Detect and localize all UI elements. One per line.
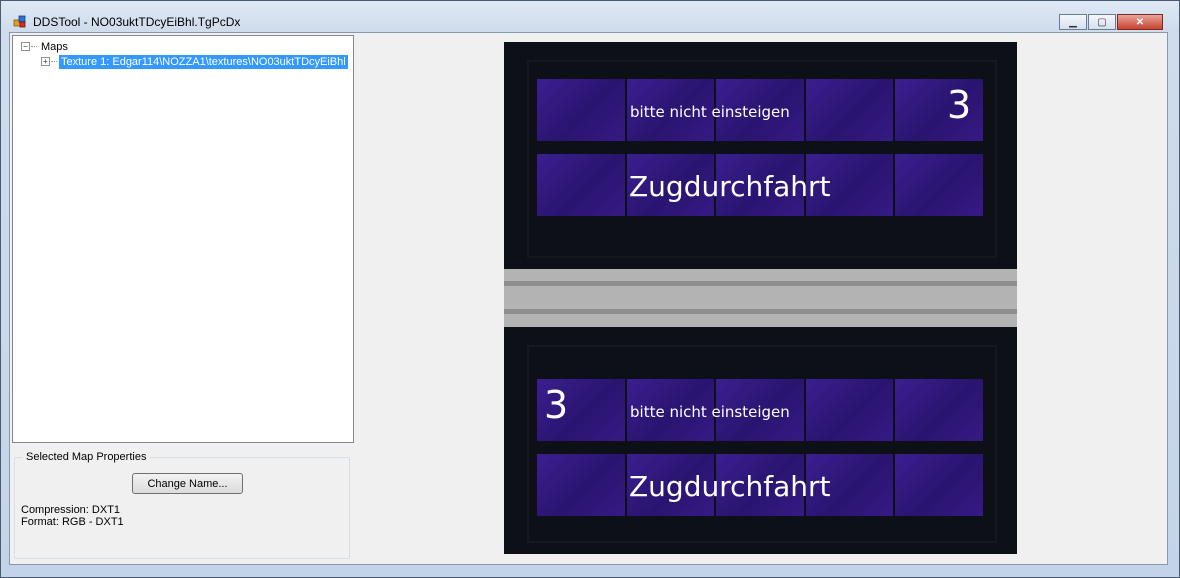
format-label: Format: RGB - DXT1 [21, 516, 124, 528]
tree-node-maps[interactable]: − Maps [21, 39, 70, 54]
change-name-button[interactable]: Change Name... [132, 473, 243, 494]
maximize-button[interactable]: ▢ [1088, 14, 1116, 30]
app-window: DDSTool - NO03uktTDcyEiBhl.TgPcDx ▁ ▢ ✕ … [0, 0, 1180, 578]
sign-top-line1: bitte nicht einsteigen [630, 103, 790, 121]
sign-cell [537, 454, 625, 516]
minimize-button[interactable]: ▁ [1059, 14, 1087, 30]
maps-tree-view[interactable]: − Maps + Texture 1: Edgar114\NOZZA1\text… [12, 35, 354, 443]
tree-connector [51, 61, 57, 62]
compression-label: Compression: DXT1 [21, 504, 121, 516]
close-button[interactable]: ✕ [1117, 14, 1163, 30]
window-title: DDSTool - NO03uktTDcyEiBhl.TgPcDx [33, 15, 241, 29]
divider-stripe [504, 281, 1017, 286]
sign-bottom-line1: bitte nicht einsteigen [630, 403, 790, 421]
group-title: Selected Map Properties [22, 451, 151, 463]
texture-divider [504, 269, 1017, 327]
texture-preview: bitte nicht einsteigen Zugdurchfahrt 3 b… [504, 42, 1017, 554]
sign-bottom-number: 3 [544, 383, 569, 427]
sign-bottom: bitte nicht einsteigen Zugdurchfahrt 3 [504, 327, 1017, 554]
sign-cell [895, 379, 983, 441]
sign-cell [537, 79, 625, 141]
client-area: − Maps + Texture 1: Edgar114\NOZZA1\text… [9, 32, 1168, 565]
minimize-icon: ▁ [1069, 16, 1077, 28]
sign-top: bitte nicht einsteigen Zugdurchfahrt 3 [504, 42, 1017, 269]
tree-node-texture-1[interactable]: + Texture 1: Edgar114\NOZZA1\textures\NO… [41, 54, 348, 69]
close-icon: ✕ [1135, 16, 1145, 28]
sign-cell [805, 79, 894, 141]
sign-cell [537, 154, 625, 216]
tree-node-maps-label[interactable]: Maps [39, 40, 70, 54]
collapse-icon[interactable]: − [21, 42, 30, 51]
expand-icon[interactable]: + [41, 57, 50, 66]
sign-cell [895, 454, 983, 516]
selected-map-properties-group: Selected Map Properties Change Name... C… [14, 451, 350, 559]
title-bar[interactable]: DDSTool - NO03uktTDcyEiBhl.TgPcDx ▁ ▢ ✕ [1, 1, 1179, 32]
divider-stripe [504, 309, 1017, 314]
maximize-icon: ▢ [1097, 16, 1107, 28]
tree-connector [31, 46, 37, 47]
app-icon [13, 15, 26, 28]
sign-cell [895, 154, 983, 216]
tree-node-texture-1-label[interactable]: Texture 1: Edgar114\NOZZA1\textures\NO03… [59, 54, 348, 69]
sign-bottom-line2: Zugdurchfahrt [629, 470, 831, 503]
caption-buttons: ▁ ▢ ✕ [1058, 14, 1163, 30]
sign-cell [805, 379, 894, 441]
sign-top-line2: Zugdurchfahrt [629, 170, 831, 203]
sign-top-number: 3 [947, 83, 972, 127]
